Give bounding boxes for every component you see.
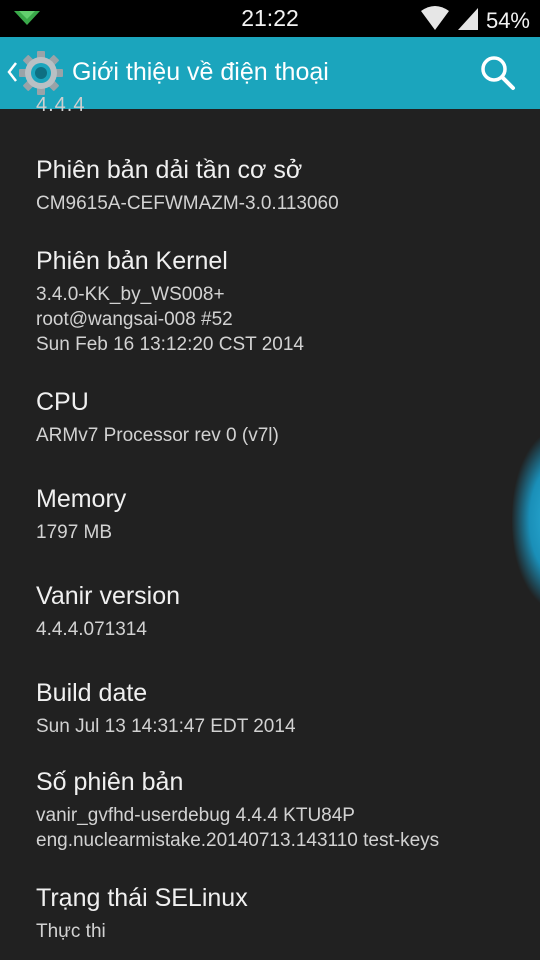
status-right: 54% bbox=[420, 5, 530, 36]
list-item-baseband[interactable]: Phiên bản dải tần cơ sở CM9615A-CEFWMAZM… bbox=[36, 155, 520, 216]
item-summary: ARMv7 Processor rev 0 (v7l) bbox=[36, 423, 520, 448]
list-item-kernel[interactable]: Phiên bản Kernel 3.4.0-KK_by_WS008+ root… bbox=[36, 246, 520, 357]
list-item-vanir-version[interactable]: Vanir version 4.4.4.071314 bbox=[36, 581, 520, 642]
item-title: Vanir version bbox=[36, 582, 181, 610]
item-title: Build date bbox=[36, 679, 148, 707]
signal-icon bbox=[456, 5, 480, 36]
item-title: Phiên bản Kernel bbox=[36, 247, 228, 275]
list-item-selinux-status[interactable]: Trạng thái SELinux Thực thi bbox=[36, 883, 520, 944]
item-title: Trạng thái SELinux bbox=[36, 884, 248, 912]
screen: 21:22 54% Giới thiệu về điện thoại 4.4.4… bbox=[0, 0, 540, 960]
back-chevron-icon[interactable] bbox=[6, 59, 18, 90]
list-item-cpu[interactable]: CPU ARMv7 Processor rev 0 (v7l) bbox=[36, 387, 520, 448]
page-title: Giới thiệu về điện thoại bbox=[72, 58, 329, 86]
summary-line: 4.4.4.071314 bbox=[36, 619, 147, 640]
list-item-memory[interactable]: Memory 1797 MB bbox=[36, 484, 520, 545]
item-summary: vanir_gvfhd-userdebug 4.4.4 KTU84P eng.n… bbox=[36, 803, 520, 853]
item-title: CPU bbox=[36, 388, 89, 416]
summary-line: Sun Jul 13 14:31:47 EDT 2014 bbox=[36, 716, 296, 737]
summary-line: root@wangsai-008 #52 bbox=[36, 309, 233, 330]
item-summary: 3.4.0-KK_by_WS008+ root@wangsai-008 #52 … bbox=[36, 282, 520, 357]
status-bar: 21:22 54% bbox=[0, 0, 540, 37]
summary-line: ARMv7 Processor rev 0 (v7l) bbox=[36, 425, 279, 446]
item-summary: CM9615A-CEFWMAZM-3.0.113060 bbox=[36, 191, 520, 216]
summary-line: eng.nuclearmistake.20140713.143110 test-… bbox=[36, 830, 440, 851]
wifi-icon bbox=[420, 5, 450, 36]
search-icon[interactable] bbox=[478, 53, 518, 93]
summary-line: 3.4.0-KK_by_WS008+ bbox=[36, 284, 225, 305]
item-title: Memory bbox=[36, 485, 127, 513]
list-item-build-date[interactable]: Build date Sun Jul 13 14:31:47 EDT 2014 bbox=[36, 678, 520, 739]
item-title: Phiên bản dải tần cơ sở bbox=[36, 156, 303, 184]
summary-line: CM9615A-CEFWMAZM-3.0.113060 bbox=[36, 193, 339, 214]
item-summary: Sun Jul 13 14:31:47 EDT 2014 bbox=[36, 714, 520, 739]
battery-percent: 54% bbox=[485, 7, 530, 33]
item-title: Số phiên bản bbox=[36, 768, 184, 796]
item-summary: 4.4.4.071314 bbox=[36, 617, 520, 642]
item-summary: Thực thi bbox=[36, 919, 520, 944]
summary-line: 1797 MB bbox=[36, 522, 113, 543]
summary-line: vanir_gvfhd-userdebug 4.4.4 KTU84P bbox=[36, 805, 355, 826]
list-item-build-number[interactable]: Số phiên bản vanir_gvfhd-userdebug 4.4.4… bbox=[36, 767, 520, 853]
summary-line: Sun Feb 16 13:12:20 CST 2014 bbox=[36, 334, 304, 355]
summary-line: Thực thi bbox=[36, 921, 106, 942]
android-version-value-partial: 4.4.4 bbox=[36, 94, 86, 116]
item-summary: 1797 MB bbox=[36, 520, 520, 545]
